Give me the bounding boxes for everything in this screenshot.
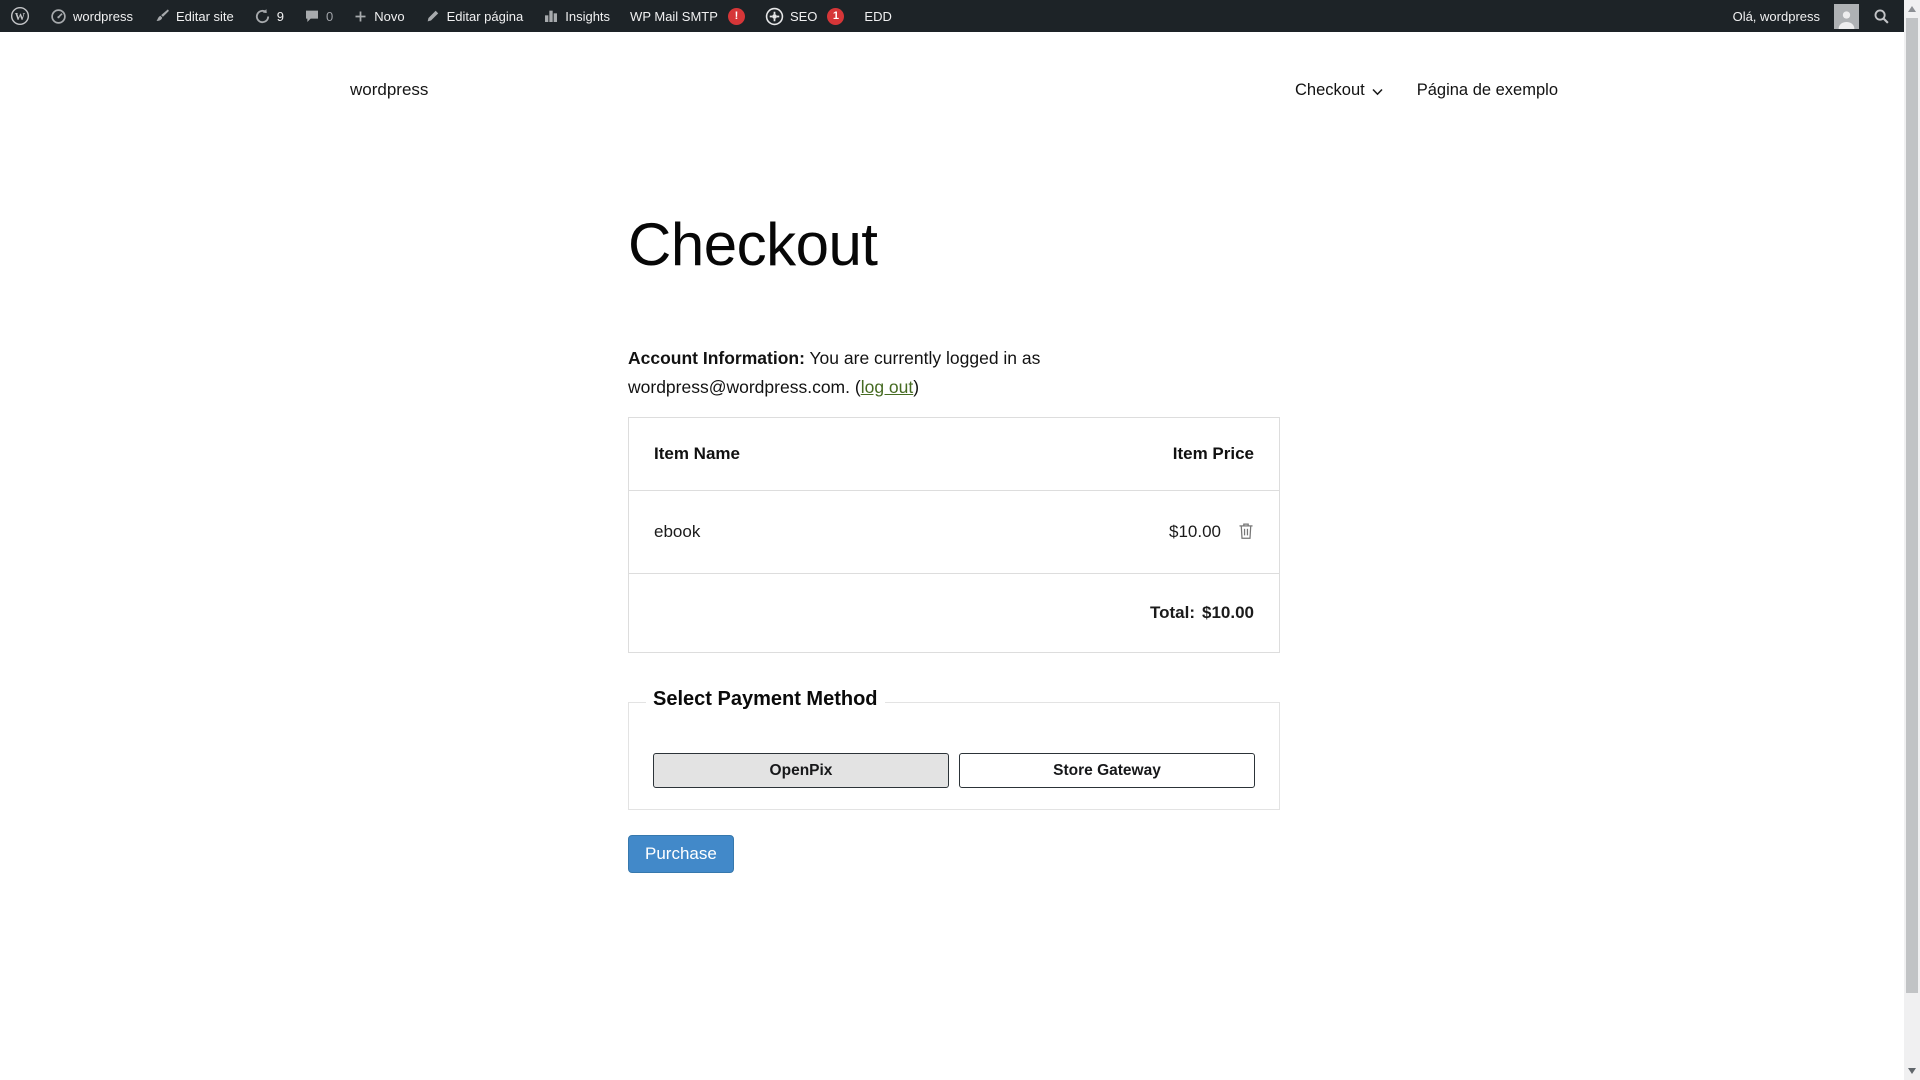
window-scrollbar[interactable]	[1904, 0, 1920, 1080]
account-info-line2: wordpress@wordpress.com. (log out)	[628, 373, 1280, 402]
nav-item-sample-page[interactable]: Página de exemplo	[1417, 81, 1558, 100]
adminbar-insights[interactable]: Insights	[533, 0, 620, 32]
adminbar-comments-count: 0	[326, 9, 333, 24]
search-icon	[1873, 8, 1890, 25]
page-title: Checkout	[628, 210, 877, 279]
seo-count-badge: 1	[827, 8, 844, 25]
gauge-icon	[50, 8, 67, 25]
adminbar-seo-label: SEO	[790, 9, 817, 24]
pencil-icon	[425, 8, 441, 24]
scrollbar-down-arrow-icon[interactable]	[1908, 1068, 1916, 1074]
adminbar-seo[interactable]: SEO 1	[755, 0, 854, 32]
adminbar-updates[interactable]: 9	[244, 0, 294, 32]
nav-item-checkout[interactable]: Checkout	[1295, 81, 1383, 100]
cart-item-price-cell: $10.00	[1169, 522, 1254, 543]
account-info-line1: You are currently logged in as	[809, 348, 1040, 368]
update-icon	[254, 8, 271, 25]
cart-total: Total: $10.00	[1150, 603, 1254, 623]
adminbar-my-account[interactable]: Olá, wordpress	[1723, 0, 1869, 32]
site-nav: Checkout Página de exemplo	[1295, 81, 1558, 100]
admin-bar-left: W wordpress Editar site	[0, 0, 902, 32]
col-item-name: Item Name	[654, 444, 740, 464]
adminbar-updates-count: 9	[277, 9, 284, 24]
logout-link[interactable]: log out	[861, 377, 914, 397]
chevron-down-icon	[1372, 88, 1383, 96]
brush-icon	[153, 8, 170, 25]
adminbar-insights-label: Insights	[565, 9, 610, 24]
adminbar-wp-mail-smtp-label: WP Mail SMTP	[630, 9, 718, 24]
adminbar-edd[interactable]: EDD	[854, 0, 901, 32]
cart-total-value: $10.00	[1202, 603, 1254, 623]
trash-icon	[1238, 522, 1254, 543]
svg-text:W: W	[15, 12, 26, 23]
site-header: wordpress Checkout Página de exemplo	[350, 80, 1558, 100]
avatar	[1834, 4, 1859, 29]
scrollbar-up-arrow-icon[interactable]	[1908, 6, 1916, 12]
wordpress-logo-icon: W	[10, 6, 30, 26]
adminbar-edit-site-label: Editar site	[176, 9, 234, 24]
account-information: Account Information: You are currently l…	[628, 344, 1280, 402]
payment-method-fieldset: Select Payment Method OpenPix Store Gate…	[628, 702, 1280, 810]
adminbar-wp-mail-smtp[interactable]: WP Mail SMTP !	[620, 0, 755, 32]
logout-paren-close: )	[913, 377, 919, 397]
adminbar-new-content[interactable]: Novo	[343, 0, 414, 32]
adminbar-comments[interactable]: 0	[294, 0, 343, 32]
plus-icon	[353, 9, 368, 24]
scrollbar-thumb[interactable]	[1906, 18, 1918, 993]
cart-item-price: $10.00	[1169, 522, 1221, 542]
cart-table-header: Item Name Item Price	[629, 418, 1279, 491]
adminbar-new-content-label: Novo	[374, 9, 404, 24]
purchase-button[interactable]: Purchase	[628, 835, 734, 873]
adminbar-edit-page[interactable]: Editar página	[415, 0, 534, 32]
cart-total-row: Total: $10.00	[629, 574, 1279, 653]
bar-chart-icon	[543, 8, 559, 24]
gateway-selector: OpenPix Store Gateway	[653, 753, 1255, 788]
adminbar-site-name-label: wordpress	[73, 9, 133, 24]
payment-method-legend: Select Payment Method	[646, 688, 885, 711]
wp-mail-smtp-alert-badge: !	[728, 8, 745, 25]
gateway-store-gateway-button[interactable]: Store Gateway	[959, 753, 1255, 788]
comment-icon	[304, 8, 320, 24]
remove-item-button[interactable]	[1238, 522, 1254, 543]
col-item-price: Item Price	[1173, 444, 1254, 464]
site-title-link[interactable]: wordpress	[350, 80, 428, 100]
cart-total-label: Total:	[1150, 603, 1195, 623]
adminbar-search[interactable]	[1869, 0, 1894, 32]
adminbar-wp-logo[interactable]: W	[0, 0, 40, 32]
howdy-text: Olá, wordpress	[1733, 9, 1820, 24]
nav-checkout-label: Checkout	[1295, 81, 1365, 100]
seo-gear-icon	[765, 7, 784, 26]
adminbar-edit-page-label: Editar página	[447, 9, 524, 24]
admin-bar-right: Olá, wordpress	[1723, 0, 1904, 32]
wp-admin-bar: W wordpress Editar site	[0, 0, 1904, 32]
nav-sample-page-label: Página de exemplo	[1417, 81, 1558, 100]
adminbar-edit-site[interactable]: Editar site	[143, 0, 244, 32]
cart-row-ebook: ebook $10.00	[629, 491, 1279, 574]
adminbar-edd-label: EDD	[864, 9, 891, 24]
cart-item-name: ebook	[654, 522, 700, 542]
account-info-label: Account Information:	[628, 348, 805, 368]
gateway-openpix-button[interactable]: OpenPix	[653, 753, 949, 788]
adminbar-site-name[interactable]: wordpress	[40, 0, 143, 32]
account-email: wordpress@wordpress.com.	[628, 377, 850, 397]
cart-table: Item Name Item Price ebook $10.00	[628, 417, 1280, 653]
